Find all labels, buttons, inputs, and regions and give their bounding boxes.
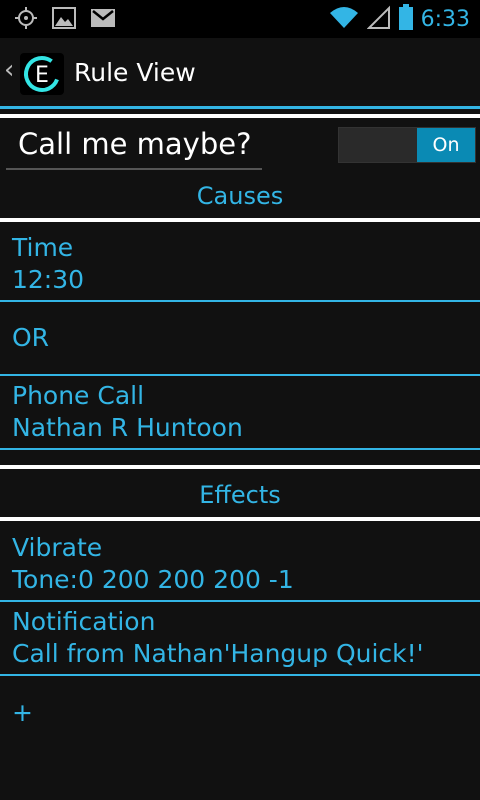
battery-icon bbox=[398, 4, 413, 34]
back-chevron-icon[interactable]: ‹ bbox=[4, 56, 14, 84]
gps-icon bbox=[14, 6, 38, 34]
divider bbox=[0, 465, 480, 469]
effect-item-notification[interactable]: Notification Call from Nathan'Hangup Qui… bbox=[12, 606, 424, 670]
effect-title: Vibrate bbox=[12, 533, 103, 562]
cause-item-or[interactable]: OR bbox=[12, 322, 49, 354]
divider bbox=[0, 517, 480, 521]
action-bar-divider bbox=[0, 106, 480, 109]
app-icon[interactable]: E bbox=[20, 53, 64, 95]
cause-item-phone-call[interactable]: Phone Call Nathan R Huntoon bbox=[12, 380, 243, 444]
cause-item-time[interactable]: Time 12:30 bbox=[12, 232, 84, 296]
cause-detail: 12:30 bbox=[12, 265, 85, 294]
toggle-on-label: On bbox=[417, 128, 475, 162]
effect-detail: Tone:0 200 200 200 -1 bbox=[12, 565, 294, 594]
svg-text:E: E bbox=[35, 63, 49, 88]
divider bbox=[0, 218, 480, 222]
add-effect-button[interactable]: + bbox=[12, 697, 33, 729]
action-bar: ‹ E Rule View bbox=[0, 38, 480, 106]
cause-title: Time bbox=[12, 233, 74, 262]
effect-detail: Call from Nathan'Hangup Quick!' bbox=[12, 639, 424, 668]
wifi-icon bbox=[329, 5, 359, 33]
cause-detail: Nathan R Huntoon bbox=[12, 413, 243, 442]
list-divider bbox=[0, 600, 480, 602]
list-divider bbox=[0, 374, 480, 376]
list-divider bbox=[0, 448, 480, 450]
effect-item-vibrate[interactable]: Vibrate Tone:0 200 200 200 -1 bbox=[12, 532, 294, 596]
cause-title: OR bbox=[12, 323, 50, 352]
rule-enabled-toggle[interactable]: On bbox=[338, 127, 476, 163]
list-divider bbox=[0, 674, 480, 676]
list-divider bbox=[0, 300, 480, 302]
gmail-icon bbox=[90, 8, 116, 32]
status-bar: 6:33 bbox=[0, 0, 480, 38]
signal-icon bbox=[366, 5, 391, 33]
status-time: 6:33 bbox=[420, 6, 470, 32]
cause-title: Phone Call bbox=[12, 381, 145, 410]
effects-header: Effects bbox=[199, 481, 281, 509]
rule-name-field[interactable]: Call me maybe? bbox=[6, 118, 262, 170]
effect-title: Notification bbox=[12, 607, 156, 636]
causes-header: Causes bbox=[196, 182, 284, 210]
page-title: Rule View bbox=[74, 58, 196, 87]
image-icon bbox=[52, 7, 76, 33]
